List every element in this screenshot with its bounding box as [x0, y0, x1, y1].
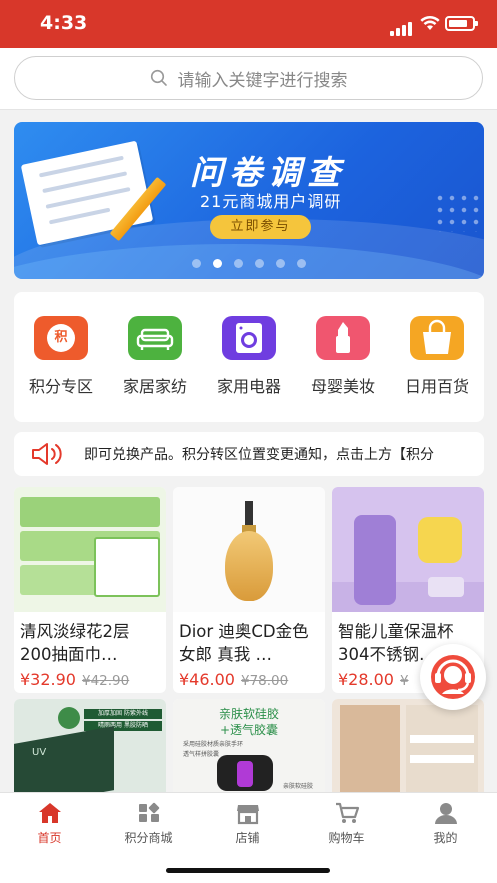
status-time: 4:33 [40, 12, 88, 34]
product-name: Dior 迪奥CD金色女郎 真我 … [179, 622, 309, 664]
product-old-price: ¥78.00 [240, 673, 289, 689]
product-card[interactable]: 加厚加固 防紫外线 晴雨两用 黑胶防晒 UV [14, 699, 166, 799]
product-image: 亲肤软硅胶 +透气胶囊 采用硅胶材质亲肤手环 透气样拼胶囊 亲肤软硅胶 [173, 699, 325, 799]
pager-dot[interactable] [297, 259, 306, 268]
points-mall-icon [138, 802, 159, 822]
category-label: 家用电器 [216, 377, 281, 396]
category-home-textile[interactable]: 家居家纺 [108, 316, 202, 397]
product-image: 加厚加固 防紫外线 晴雨两用 黑胶防晒 UV [14, 699, 166, 799]
tab-store[interactable]: 店铺 [198, 801, 297, 846]
product-price: ¥32.90 [20, 670, 76, 689]
pager-dot[interactable] [192, 259, 201, 268]
shopping-bag-icon [410, 316, 464, 360]
category-label: 母婴美妆 [310, 377, 375, 396]
category-daily-goods[interactable]: 日用百货 [390, 316, 484, 397]
customer-service-button[interactable] [420, 644, 486, 710]
cart-icon [335, 802, 359, 823]
user-icon [434, 803, 457, 824]
lipstick-icon [316, 316, 370, 360]
tab-home[interactable]: 首页 [0, 801, 99, 846]
tab-profile[interactable]: 我的 [396, 801, 495, 846]
product-old-price: ¥ [399, 673, 409, 689]
product-card[interactable]: 亲肤软硅胶 +透气胶囊 采用硅胶材质亲肤手环 透气样拼胶囊 亲肤软硅胶 [173, 699, 325, 799]
status-bar: 4:33 [0, 0, 497, 48]
search-input[interactable]: 请输入关键字进行搜索 [14, 56, 483, 100]
search-icon [150, 69, 167, 86]
home-indicator [166, 868, 330, 873]
pager-dot[interactable] [213, 259, 222, 268]
category-points[interactable]: 积 积分专区 [14, 316, 108, 397]
product-image [332, 487, 484, 612]
tab-label: 积分商城 [124, 831, 173, 845]
banner-pager [14, 259, 484, 268]
tab-label: 首页 [37, 831, 62, 845]
points-icon: 积 [34, 316, 88, 360]
product-image [332, 699, 484, 799]
headset-icon [431, 655, 475, 699]
product-image [14, 487, 166, 612]
category-label: 积分专区 [28, 377, 93, 396]
banner-title: 问卷调查 [190, 153, 346, 192]
product-card[interactable]: 清风淡绿花2层200抽面巾… ¥32.90 ¥42.90 [14, 487, 166, 693]
pager-dot[interactable] [276, 259, 285, 268]
sofa-icon [128, 316, 182, 360]
speaker-icon [32, 443, 62, 465]
battery-icon [445, 16, 478, 31]
category-label: 日用百货 [404, 377, 469, 396]
home-icon [38, 803, 61, 823]
signal-icon [390, 17, 414, 36]
category-label: 家居家纺 [122, 377, 187, 396]
notice-text: 即可兑换产品。积分转区位置变更通知，点击上方【积分 [84, 447, 434, 463]
product-card[interactable] [332, 699, 484, 799]
tab-label: 店铺 [235, 831, 260, 845]
search-bar-area: 请输入关键字进行搜索 [0, 48, 497, 110]
banner-cta-button[interactable]: 立即参与 [210, 215, 311, 239]
pager-dot[interactable] [255, 259, 264, 268]
product-name: 清风淡绿花2层200抽面巾… [20, 622, 130, 664]
tab-cart[interactable]: 购物车 [297, 801, 396, 846]
notice-bar[interactable]: 即可兑换产品。积分转区位置变更通知，点击上方【积分 [14, 432, 484, 476]
wifi-icon [420, 15, 440, 30]
tab-label: 我的 [433, 831, 458, 845]
search-placeholder: 请输入关键字进行搜索 [177, 70, 348, 91]
category-baby-beauty[interactable]: 母婴美妆 [296, 316, 390, 397]
banner-subtitle: 21元商城用户调研 [200, 192, 342, 211]
product-price: ¥46.00 [179, 670, 235, 689]
product-card[interactable]: Dior 迪奥CD金色女郎 真我 … ¥46.00 ¥78.00 [173, 487, 325, 693]
product-price: ¥28.00 [338, 670, 394, 689]
pager-dot[interactable] [234, 259, 243, 268]
product-image [173, 487, 325, 612]
promo-banner[interactable]: 问卷调查 21元商城用户调研 立即参与 [14, 122, 484, 279]
tab-label: 购物车 [328, 831, 365, 845]
product-old-price: ¥42.90 [81, 673, 130, 689]
category-grid: 积 积分专区 家居家纺 家用电器 母婴美妆 日用百货 [14, 292, 484, 422]
store-icon [236, 805, 259, 825]
category-appliances[interactable]: 家用电器 [202, 316, 296, 397]
tab-points-mall[interactable]: 积分商城 [99, 801, 198, 846]
washing-machine-icon [222, 316, 276, 360]
